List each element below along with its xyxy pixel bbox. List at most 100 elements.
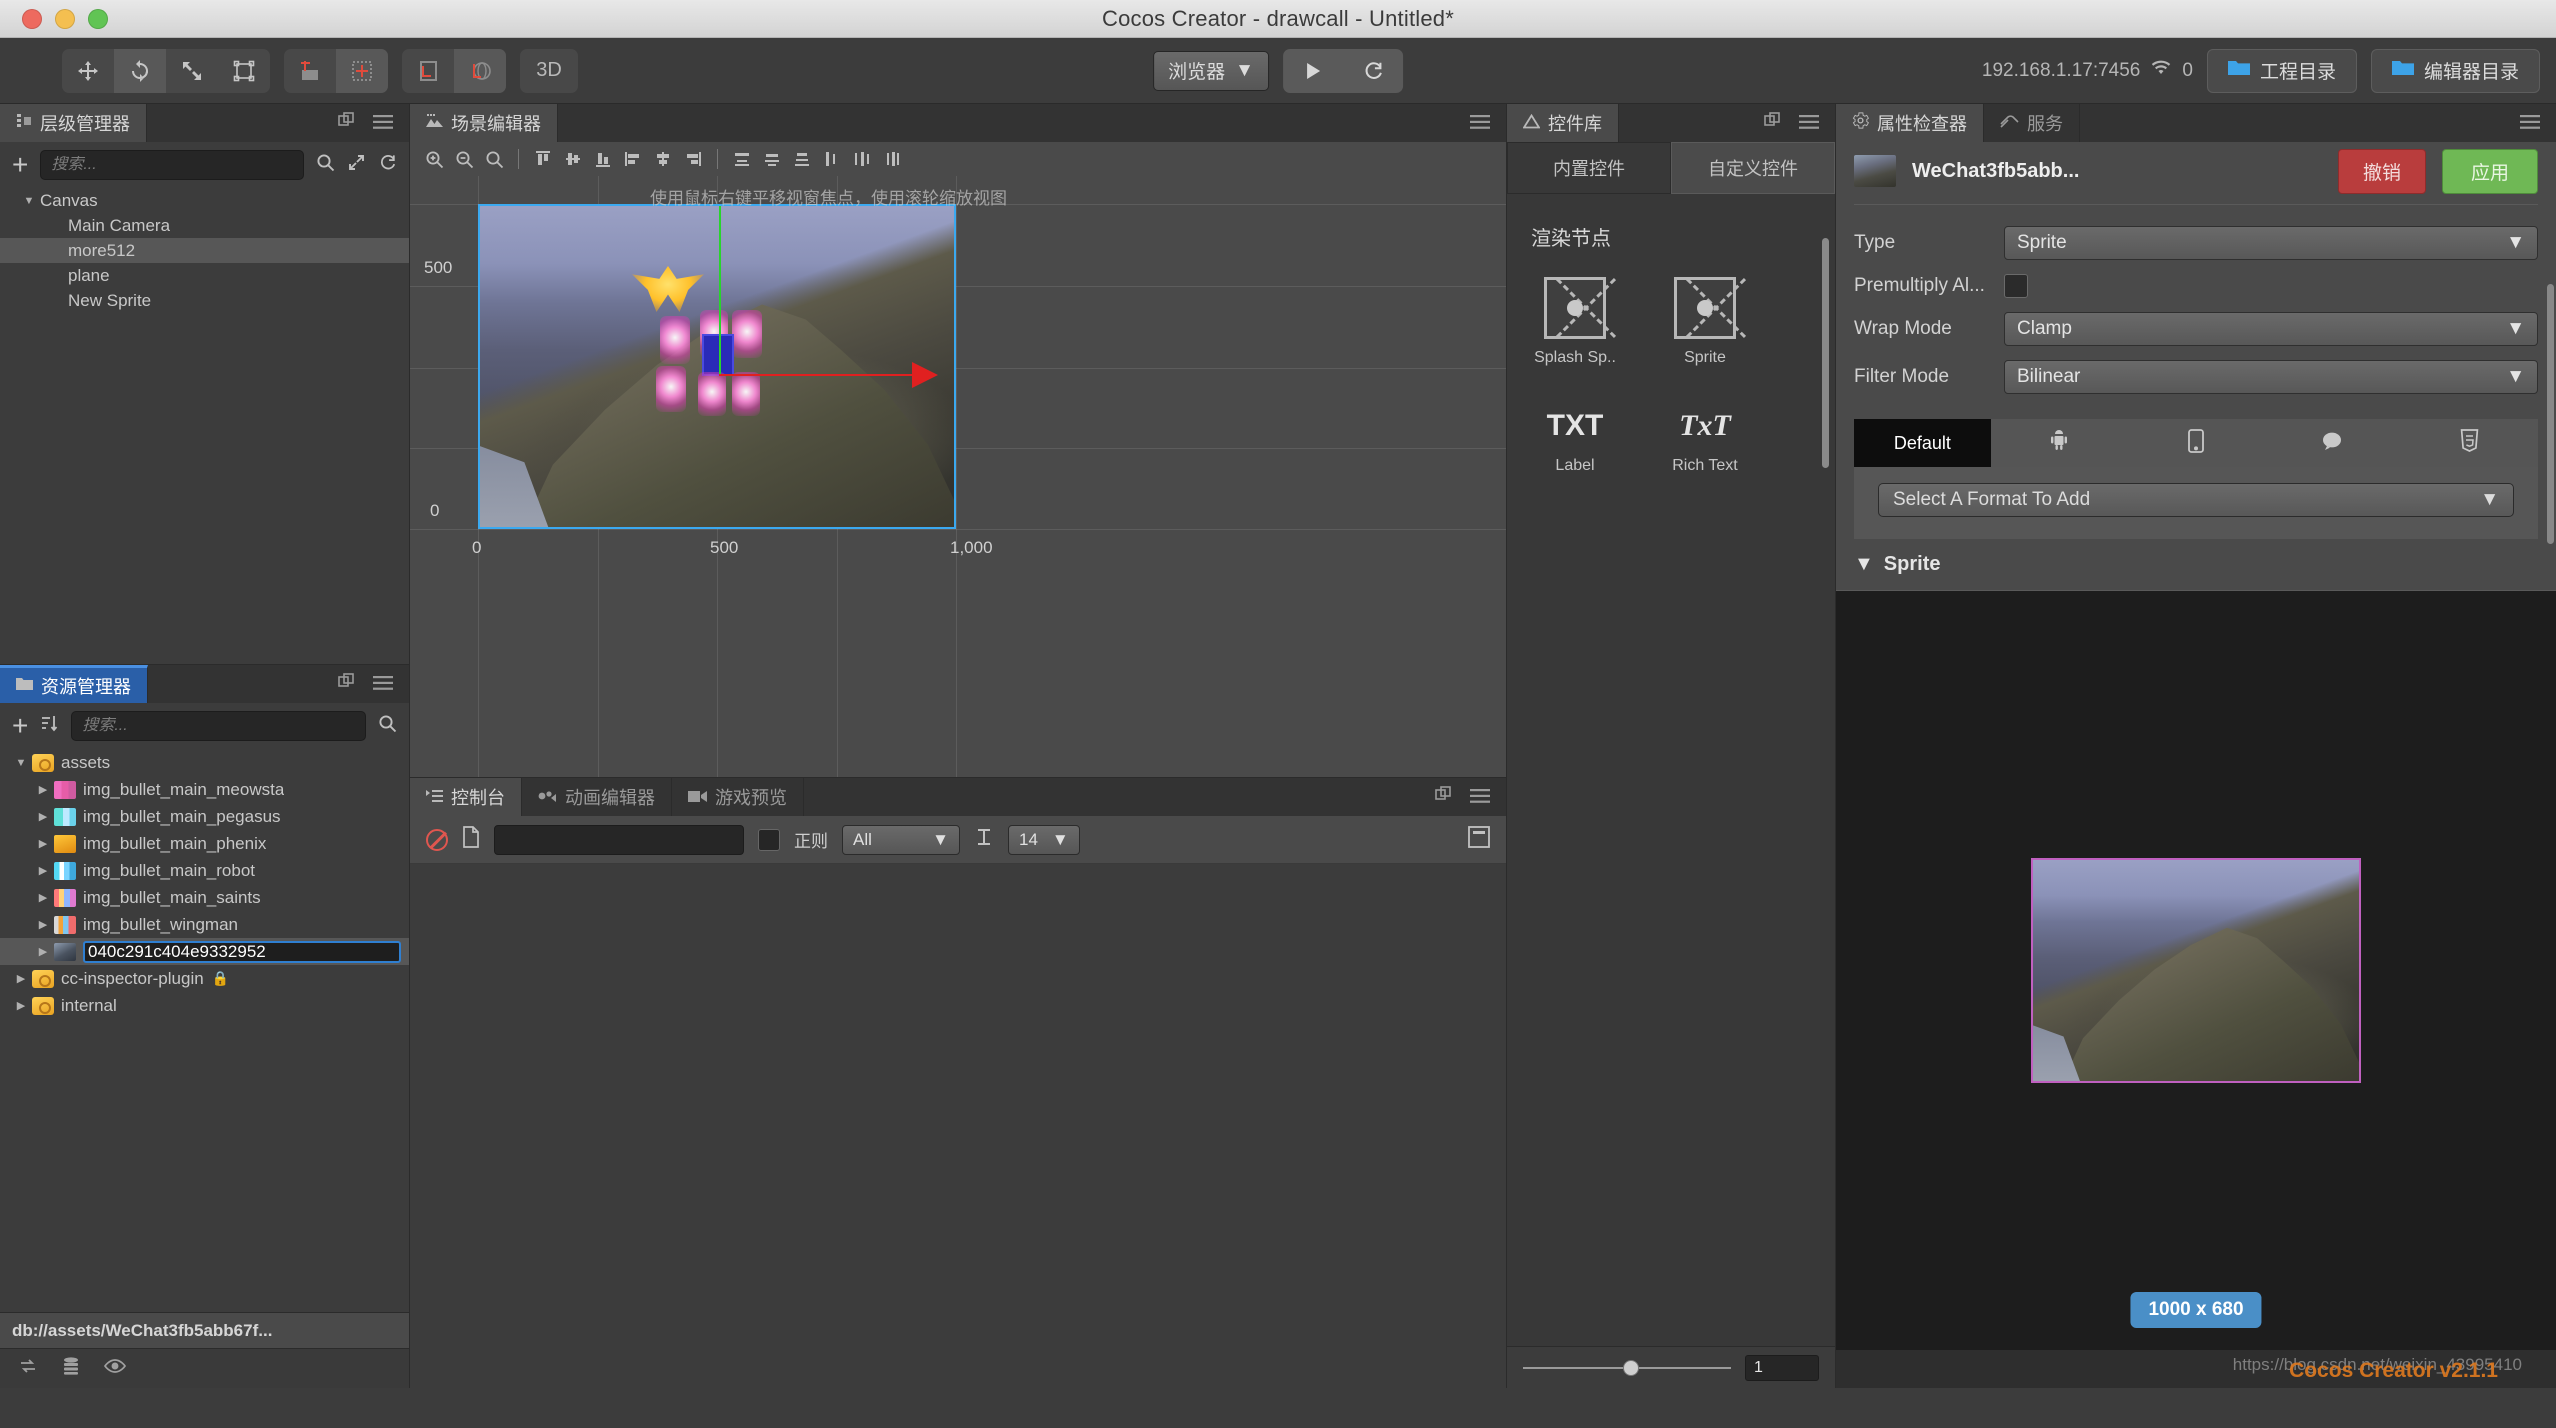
align-right-icon[interactable]	[679, 145, 707, 173]
align-bottom-icon[interactable]	[589, 145, 617, 173]
sprite-paw-4[interactable]	[656, 366, 686, 412]
menu-icon[interactable]	[1799, 113, 1819, 134]
chevron-right-icon[interactable]: ▶	[32, 810, 54, 823]
revert-button[interactable]: 撤销	[2337, 148, 2426, 194]
editor-dir-button[interactable]: 编辑器目录	[2370, 48, 2540, 93]
mode-3d-button[interactable]: 3D	[520, 49, 578, 93]
menu-icon[interactable]	[1470, 113, 1490, 134]
filter-mode-select[interactable]: Bilinear ▼	[2004, 360, 2538, 394]
asset-item[interactable]: ▶ cc-inspector-plugin 🔒	[0, 965, 409, 992]
console-filter-input[interactable]	[495, 825, 743, 854]
distribute-h-end-icon[interactable]	[878, 145, 906, 173]
hierarchy-search-input[interactable]	[51, 156, 293, 174]
widget-label[interactable]: TXT Label	[1527, 395, 1623, 475]
tab-game-preview[interactable]: 游戏预览	[672, 778, 804, 816]
assets-search-input[interactable]	[82, 717, 355, 735]
scale-tool[interactable]	[166, 49, 218, 93]
console-log-area[interactable]	[410, 864, 1506, 1388]
menu-icon[interactable]	[1470, 787, 1490, 808]
align-top-icon[interactable]	[529, 145, 557, 173]
distribute-v-start-icon[interactable]	[728, 145, 756, 173]
search-icon[interactable]	[316, 153, 335, 177]
distribute-h-start-icon[interactable]	[818, 145, 846, 173]
pivot-tool[interactable]	[284, 49, 336, 93]
widget-zoom-slider[interactable]	[1523, 1359, 1731, 1377]
widget-splash-sprite[interactable]: Splash Sp..	[1527, 277, 1623, 367]
zoom-reset-icon[interactable]	[480, 145, 508, 173]
asset-item[interactable]: ▶ img_bullet_wingman	[0, 911, 409, 938]
hierarchy-node[interactable]: plane	[0, 263, 409, 288]
asset-item[interactable]: ▶ img_bullet_main_phenix	[0, 830, 409, 857]
scene-canvas-frame[interactable]	[478, 204, 956, 529]
distribute-h-center-icon[interactable]	[848, 145, 876, 173]
console-filter-box[interactable]	[494, 824, 744, 855]
project-dir-button[interactable]: 工程目录	[2206, 48, 2357, 93]
widget-sprite[interactable]: Sprite	[1657, 277, 1753, 367]
premultiply-alpha-checkbox[interactable]	[2004, 274, 2028, 298]
add-asset-button[interactable]: +	[12, 712, 28, 740]
platform-tab-html5[interactable]	[2401, 419, 2538, 467]
asset-rename-input[interactable]	[83, 940, 401, 963]
hierarchy-node[interactable]: New Sprite	[0, 288, 409, 313]
assets-tree[interactable]: ▼ assets ▶ img_bullet_main_meowsta ▶ img_bull…	[0, 749, 409, 1312]
inspector-scrollbar[interactable]	[2547, 284, 2554, 544]
asset-item[interactable]: ▶ img_bullet_main_pegasus	[0, 803, 409, 830]
font-size-select[interactable]: 14 ▼	[1008, 824, 1080, 855]
asset-item[interactable]: ▶ img_bullet_main_meowsta	[0, 776, 409, 803]
asset-item[interactable]: ▶ internal	[0, 992, 409, 1019]
tab-animation-editor[interactable]: 动画编辑器	[522, 778, 672, 816]
widget-zoom-value[interactable]: 1	[1745, 1354, 1819, 1381]
type-select[interactable]: Sprite ▼	[2004, 226, 2538, 260]
popout-icon[interactable]	[338, 673, 355, 695]
rotate-tool[interactable]	[114, 48, 166, 93]
sprite-paw-6[interactable]	[732, 372, 760, 416]
tab-console[interactable]: 控制台	[410, 778, 522, 816]
chevron-right-icon[interactable]: ▶	[32, 837, 54, 850]
sprite-paw-3[interactable]	[732, 310, 762, 358]
asset-item[interactable]: ▶ img_bullet_main_saints	[0, 884, 409, 911]
add-node-button[interactable]: +	[12, 151, 28, 179]
chevron-right-icon[interactable]: ▶	[32, 945, 54, 958]
align-left-icon[interactable]	[619, 145, 647, 173]
platform-tab-default[interactable]: Default	[1854, 419, 1991, 467]
menu-icon[interactable]	[2520, 113, 2540, 134]
sprite-blue-box[interactable]	[702, 334, 734, 376]
console-collapse-button[interactable]	[1468, 826, 1490, 853]
distribute-v-end-icon[interactable]	[788, 145, 816, 173]
hierarchy-tree[interactable]: ▼ Canvas Main Camera more512 plane New Sprite	[0, 188, 409, 664]
format-select[interactable]: Select A Format To Add ▼	[1878, 483, 2514, 517]
play-button[interactable]	[1283, 49, 1343, 93]
sprite-section-header[interactable]: ▼ Sprite	[1836, 539, 2556, 591]
hierarchy-node[interactable]: ▼ Canvas	[0, 188, 409, 213]
database-icon[interactable]	[62, 1356, 80, 1381]
tab-builtin-widgets[interactable]: 内置控件	[1507, 142, 1671, 194]
platform-tab-android[interactable]	[1991, 419, 2128, 467]
tab-services[interactable]: 服务	[1984, 104, 2080, 142]
tab-widget-library[interactable]: 控件库	[1507, 104, 1619, 142]
widget-rich-text[interactable]: TxT Rich Text	[1657, 395, 1753, 475]
refresh-icon[interactable]	[378, 153, 397, 177]
chevron-right-icon[interactable]: ▶	[32, 891, 54, 904]
sprite-paw-1[interactable]	[660, 316, 690, 364]
zoom-in-icon[interactable]	[420, 145, 448, 173]
expand-icon[interactable]	[347, 153, 366, 177]
widget-library-scrollbar[interactable]	[1822, 238, 1829, 468]
hierarchy-node[interactable]: Main Camera	[0, 213, 409, 238]
chevron-right-icon[interactable]: ▶	[32, 918, 54, 931]
asset-item[interactable]: ▶	[0, 938, 409, 965]
sort-icon[interactable]	[40, 714, 59, 738]
chevron-right-icon[interactable]: ▶	[32, 864, 54, 877]
eye-icon[interactable]	[103, 1358, 127, 1379]
move-tool[interactable]	[62, 49, 114, 93]
scene-viewport[interactable]: 500 0 0 500 1,000 使用鼠标右键平移视窗焦点，使用滚轮缩放视图	[410, 176, 1506, 777]
tab-hierarchy[interactable]: 层级管理器	[0, 104, 147, 142]
popout-icon[interactable]	[1764, 112, 1781, 134]
tab-custom-widgets[interactable]: 自定义控件	[1671, 142, 1835, 194]
hierarchy-node[interactable]: more512	[0, 238, 409, 263]
chevron-right-icon[interactable]: ▶	[10, 999, 32, 1012]
search-icon[interactable]	[378, 714, 397, 738]
file-icon[interactable]	[462, 825, 480, 854]
popout-icon[interactable]	[338, 112, 355, 134]
tab-assets[interactable]: 资源管理器	[0, 665, 148, 703]
gizmo-y-axis[interactable]	[719, 206, 721, 376]
